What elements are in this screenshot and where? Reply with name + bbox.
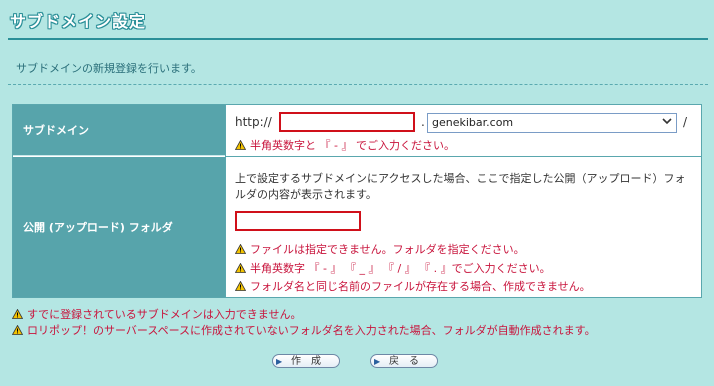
folder-warning: フォルダ名と同じ名前のファイルが存在する場合、作成できません。 [235, 278, 591, 294]
folder-warning: 半角英数字 『 - 』 『 _ 』 『 / 』 『 . 』でご入力ください。 [235, 260, 551, 276]
trailing-slash: / [683, 115, 688, 129]
create-button[interactable]: ▶ 作 成 [272, 354, 340, 368]
page-description: サブドメインの新規登録を行います。 [16, 62, 202, 75]
subdomain-form-table: サブドメイン 公開 (アップロード) フォルダ http:// . geneki… [12, 104, 702, 298]
arrow-right-icon: ▶ [374, 357, 381, 366]
domain-dot: . [421, 115, 425, 129]
row-divider [225, 156, 701, 157]
title-underline [8, 38, 708, 40]
warning-icon [235, 244, 246, 254]
folder-label: 公開 (アップロード) フォルダ [13, 157, 225, 297]
chevron-down-icon [662, 116, 672, 129]
folder-input[interactable] [235, 211, 361, 231]
domain-select[interactable]: genekibar.com [427, 113, 677, 133]
dotted-divider [8, 84, 708, 85]
warning-icon [12, 325, 23, 335]
arrow-right-icon: ▶ [276, 357, 283, 366]
note-warning: すでに登録されているサブドメインは入力できません。 [12, 306, 301, 322]
subdomain-warning: 半角英数字と 『 - 』 でご入力ください。 [235, 137, 455, 153]
warning-icon [235, 140, 246, 150]
folder-info-text: 上で設定するサブドメインにアクセスした場合、ここで指定した公開（アップロード）フ… [235, 172, 686, 201]
folder-warning: ファイルは指定できません。フォルダを指定ください。 [235, 241, 525, 257]
subdomain-input[interactable] [279, 112, 415, 132]
page-title: サブドメイン設定 [10, 12, 147, 31]
warning-icon [235, 263, 246, 273]
back-button[interactable]: ▶ 戻 る [370, 354, 438, 368]
warning-icon [12, 309, 23, 319]
subdomain-label: サブドメイン [13, 105, 225, 156]
note-warning: ロリポップ！のサーバースペースに作成されていないフォルダ名を入力された場合、フォ… [12, 322, 596, 338]
column-divider [225, 105, 226, 297]
protocol-text: http:// [235, 115, 272, 129]
warning-icon [235, 281, 246, 291]
domain-select-value: genekibar.com [432, 116, 514, 129]
page-header: サブドメイン設定 [0, 0, 714, 42]
